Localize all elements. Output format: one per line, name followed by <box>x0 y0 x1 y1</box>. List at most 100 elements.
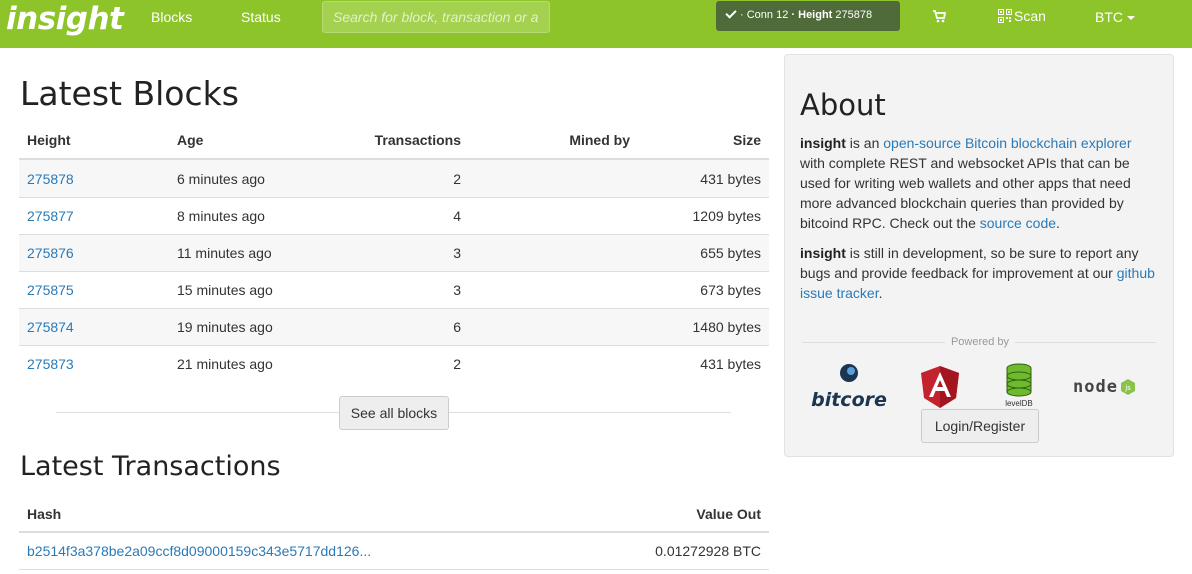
scan-button[interactable]: Scan <box>998 8 1046 24</box>
powered-by-label: Powered by <box>785 336 1175 348</box>
table-cell: 275878 <box>19 171 169 187</box>
nav-status[interactable]: Status <box>241 9 281 25</box>
table-cell: 1480 bytes <box>630 319 769 335</box>
table-cell: 275875 <box>19 282 169 298</box>
block-size: 431 bytes <box>700 356 761 372</box>
block-age: 8 minutes ago <box>177 208 265 224</box>
explorer-link[interactable]: open-source Bitcoin blockchain explorer <box>883 135 1131 151</box>
blocks-table: Height Age Transactions Mined by Size 27… <box>19 122 769 382</box>
table-cell: 6 <box>334 319 461 335</box>
table-cell: 21 minutes ago <box>169 356 334 372</box>
height-label: · Height <box>791 9 833 21</box>
block-size: 1209 bytes <box>692 208 762 224</box>
conn-count: 12 <box>776 9 789 21</box>
col-age: Age <box>177 132 204 148</box>
table-row: 275877 8 minutes ago 4 1209 bytes <box>19 197 769 234</box>
block-height-link[interactable]: 275876 <box>27 245 74 261</box>
table-row: 275873 21 minutes ago 2 431 bytes <box>19 345 769 382</box>
block-size: 1480 bytes <box>692 319 762 335</box>
about-title: About <box>800 88 886 122</box>
scan-label: Scan <box>1014 8 1046 24</box>
table-cell: 1209 bytes <box>630 208 769 224</box>
bitcore-wordmark: bitcore <box>811 389 887 411</box>
col-size: Size <box>732 132 761 148</box>
block-age: 21 minutes ago <box>177 356 273 372</box>
blocks-table-header: Height Age Transactions Mined by Size <box>19 122 769 160</box>
block-size: 431 bytes <box>700 170 761 187</box>
insight-brand-text: insight <box>800 135 846 151</box>
table-row: 275875 15 minutes ago 3 673 bytes <box>19 271 769 308</box>
col-hash: Hash <box>27 506 62 522</box>
latest-transactions-title: Latest Transactions <box>20 451 281 482</box>
check-icon <box>725 7 737 19</box>
table-cell: 3 <box>334 245 461 261</box>
col-mined-by: Mined by <box>569 132 630 148</box>
leveldb-wordmark: levelDB <box>1005 399 1033 408</box>
leveldb-icon <box>1006 363 1032 397</box>
table-row: 275878 6 minutes ago 2 431 bytes <box>19 160 769 197</box>
block-size: 673 bytes <box>700 282 761 298</box>
login-register-button[interactable]: Login/Register <box>921 409 1039 443</box>
col-transactions: Transactions <box>374 132 461 148</box>
block-height-link[interactable]: 275875 <box>27 282 74 298</box>
block-height-link[interactable]: 275877 <box>27 208 74 224</box>
node-hexagon-icon: js <box>1120 379 1135 395</box>
nav-blocks[interactable]: Blocks <box>151 9 192 25</box>
table-cell: 655 bytes <box>630 245 769 261</box>
block-transactions: 2 <box>453 170 461 187</box>
angular-icon[interactable] <box>921 366 959 408</box>
tx-hash-link[interactable]: b2514f3a378be2a09ccf8d09000159c343e5717d… <box>27 543 371 559</box>
about-text: is an <box>845 135 884 151</box>
block-height-link[interactable]: 275878 <box>27 171 74 187</box>
block-height-link[interactable]: 275873 <box>27 356 74 372</box>
table-cell: 431 bytes <box>630 356 769 372</box>
block-height-link[interactable]: 275874 <box>27 319 74 335</box>
about-text: . <box>878 285 883 301</box>
table-cell: 2 <box>334 171 461 187</box>
conn-label: · Conn <box>740 9 774 21</box>
svg-text:js: js <box>1124 384 1131 392</box>
search-input[interactable]: Search for block, transaction or a <box>322 1 550 33</box>
table-cell: 19 minutes ago <box>169 319 334 335</box>
about-text: with complete REST and websocket APIs th… <box>800 155 1131 231</box>
block-transactions: 2 <box>453 356 461 372</box>
caret-down-icon <box>1127 16 1135 20</box>
currency-label: BTC <box>1095 9 1123 25</box>
see-all-blocks-button[interactable]: See all blocks <box>339 396 449 430</box>
transactions-table-header: Hash Value Out <box>19 497 769 533</box>
table-cell: 15 minutes ago <box>169 282 334 298</box>
block-transactions: 6 <box>453 319 461 335</box>
table-cell: 11 minutes ago <box>169 245 334 261</box>
table-cell: 2 <box>334 356 461 372</box>
leveldb-logo[interactable]: levelDB <box>997 363 1041 411</box>
currency-dropdown[interactable]: BTC <box>1095 9 1135 25</box>
table-cell: 275877 <box>19 208 169 224</box>
connection-status[interactable]: · Conn 12 · Height 275878 <box>716 1 900 31</box>
block-age: 11 minutes ago <box>177 245 272 261</box>
node-wordmark: node <box>1073 377 1118 397</box>
table-cell: 431 bytes <box>630 171 769 187</box>
table-cell: 4 <box>334 208 461 224</box>
navbar: insight Blocks Status Search for block, … <box>0 0 1192 48</box>
table-cell: 673 bytes <box>630 282 769 298</box>
block-transactions: 3 <box>453 245 461 261</box>
table-cell: 3 <box>334 282 461 298</box>
qr-icon <box>998 9 1012 23</box>
about-text: . <box>1056 215 1060 231</box>
brand-logo[interactable]: insight <box>6 1 124 37</box>
col-height: Height <box>27 132 71 148</box>
table-row: b2514f3a378be2a09ccf8d09000159c343e5717d… <box>19 533 769 570</box>
bitcore-logo[interactable]: bitcore <box>809 363 889 411</box>
table-cell: 8 minutes ago <box>169 208 334 224</box>
table-cell: 6 minutes ago <box>169 171 334 187</box>
table-cell: 275874 <box>19 319 169 335</box>
col-value-out: Value Out <box>696 506 761 522</box>
block-age: 19 minutes ago <box>177 319 273 335</box>
source-code-link[interactable]: source code <box>980 215 1056 231</box>
node-logo[interactable]: node js <box>1073 376 1136 398</box>
block-size: 655 bytes <box>700 245 761 261</box>
table-cell: 275873 <box>19 356 169 372</box>
bitcore-icon <box>840 364 858 382</box>
height-value: 275878 <box>835 9 873 21</box>
cart-icon[interactable] <box>932 9 946 23</box>
